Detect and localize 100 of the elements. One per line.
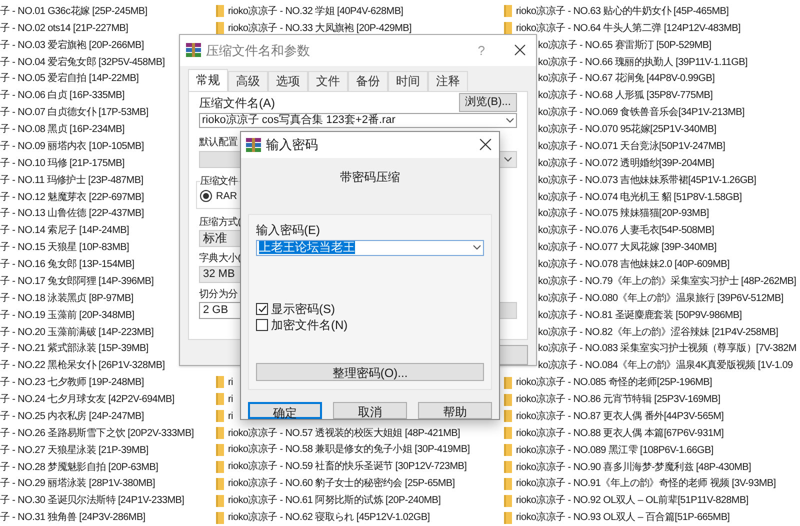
folder-name[interactable]: ko凉凉子 - NO.074 电光机王 貂 [51P8V-1.58GB] (538, 190, 742, 205)
folder-name[interactable]: 子 - NO.06 白贞 [16P-335MB] (0, 88, 125, 104)
folder-name[interactable]: rioko凉凉子 - NO.59 社畜的快乐圣诞节 [30P12V-723MB] (228, 459, 467, 474)
folder-name[interactable]: ko凉凉子 - NO.083 采集室实习护士视频（尊享版）[7V-382M (538, 341, 796, 356)
folder-name[interactable]: rioko凉凉子 - NO.58 兼职是修女的兔子小姐 [30P-419MB] (228, 442, 470, 458)
folder-name[interactable]: rioko凉凉子 - NO.91《年上の韵》奇怪的老师 视频 [3V-93MB] (516, 476, 776, 492)
folder-name[interactable]: ko凉凉子 - NO.076 人妻毛衣[54P-508MB] (538, 223, 714, 238)
browse-button[interactable]: 浏览(B)... (459, 92, 517, 112)
folder-name[interactable]: 子 - NO.30 圣诞贝尔法斯特 [24P1V-233MB] (0, 493, 184, 508)
radio-button[interactable] (200, 190, 212, 202)
folder-name[interactable]: rioko凉凉子 - NO.62 寝取られ [45P12V-1.02GB] (228, 510, 430, 526)
folder-name[interactable]: rioko凉凉子 - NO.64 牛头人第二弹 [124P12V-483MB] (516, 20, 740, 36)
group-label: 压缩文件 (200, 174, 238, 189)
folder-name[interactable]: 子 - NO.08 黑贞 [16P-234MB] (0, 122, 125, 138)
folder-name[interactable]: 子 - NO.18 泳装黑贞 [8P-97MB] (0, 290, 134, 306)
folder-icon (504, 512, 512, 524)
tab[interactable]: 选项 (268, 70, 308, 91)
folder-name[interactable]: ko凉凉子 - NO.65 赛雷斯汀 [50P-529MB] (538, 38, 712, 53)
password-value: 上老王论坛当老王 (259, 241, 355, 254)
archive-name-combo[interactable]: rioko凉凉子 cos写真合集 123套+2番.rar (199, 112, 517, 128)
field-label: 切分为分 (199, 288, 238, 302)
folder-name[interactable]: rioko凉凉子 - NO.32 学姐 [40P4V-628MB] (228, 4, 404, 19)
folder-name[interactable]: 子 - NO.21 紫式部泳装 [15P-39MB] (0, 341, 148, 356)
folder-icon (216, 427, 224, 440)
folder-name[interactable]: 子 - NO.02 ots14 [21P-227MB] (0, 20, 128, 36)
folder-name[interactable]: 子 - NO.09 丽塔内衣 [10P-105MB] (0, 138, 144, 154)
folder-name[interactable]: 子 - NO.13 山鲁佐德 [22P-437MB] (0, 206, 144, 222)
folder-name[interactable]: rioko凉凉子 - NO.90 喜多川海梦-梦魔利兹 [48P-430MB] (516, 460, 752, 475)
folder-name[interactable]: ko凉凉子 - NO.077 大凤花嫁 [39P-340MB] (538, 240, 717, 256)
folder-name[interactable]: ko凉凉子 - NO.069 食铁兽音乐会[34P1V-213MB] (538, 105, 745, 120)
folder-name[interactable]: ko凉凉子 - NO.073 吉他妹妹系带裙[45P1V-1.26GB] (538, 172, 756, 188)
folder-name[interactable]: rioko凉凉子 - NO.60 豹子女士的秘密约会 [25P-65MB] (228, 476, 455, 492)
folder-name[interactable]: ko凉凉子 - NO.68 人形狐 [35P8V-775MB] (538, 88, 713, 104)
folder-name[interactable]: ko凉凉子 - NO.79《年上の韵》采集室实习护士 [48P-262MB] (538, 274, 796, 289)
folder-name[interactable]: 子 - NO.16 兔女郎 [13P-154MB] (0, 257, 134, 272)
folder-name[interactable]: rioko凉凉子 - NO.089 黑江雫 [108P6V-1.66GB] (516, 442, 714, 458)
folder-name[interactable]: rioko凉凉子 - NO.085 奇怪的老师[25P-196MB] (516, 375, 712, 390)
folder-name[interactable]: 子 - NO.28 梦魇魅影自拍 [20P-63MB] (0, 460, 158, 475)
folder-name[interactable]: ri (228, 374, 233, 390)
folder-name[interactable]: 子 - NO.19 玉藻前 [20P-348MB] (0, 308, 134, 323)
tab[interactable]: 时间 (388, 70, 428, 91)
folder-name[interactable]: rioko凉凉子 - NO.61 阿努比斯的试炼 [20P-240MB] (228, 493, 441, 508)
folder-name[interactable]: 子 - NO.25 内衣私房 [24P-247MB] (0, 408, 144, 424)
folder-name[interactable]: 子 - NO.10 玛修 [21P-175MB] (0, 156, 125, 171)
folder-name[interactable]: ri (228, 392, 233, 407)
folder-name[interactable]: ko凉凉子 - NO.67 花涧兔 [44P8V-0.99GB] (538, 71, 715, 86)
close-icon[interactable] (514, 44, 526, 56)
folder-name[interactable]: ko凉凉子 - NO.071 天台竞泳[50P1V-247MB] (538, 138, 726, 154)
folder-name[interactable]: 子 - NO.29 丽塔泳装 [28P1V-380MB] (0, 476, 155, 492)
folder-name[interactable]: 子 - NO.04 爱宕兔女郎 [32P5V-458MB] (0, 54, 165, 70)
folder-name[interactable]: rioko凉凉子 - NO.88 更衣人偶 本篇[67P6V-931M] (516, 426, 724, 441)
folder-name[interactable]: 子 - NO.22 黑枪呆女仆 [26P1V-328MB] (0, 358, 165, 374)
folder-name[interactable]: 子 - NO.20 玉藻前满破 [14P-223MB] (0, 324, 154, 340)
dialog-button[interactable]: 取消 (333, 402, 407, 419)
folder-name[interactable]: ko凉凉子 - NO.072 透明婚纱[39P-204MB] (538, 156, 714, 171)
folder-name[interactable]: ko凉凉子 - NO.080《年上の韵》温泉旅行 [39P6V-512MB] (538, 290, 784, 306)
folder-name[interactable]: rioko凉凉子 - NO.87 更衣人偶 番外[44P3V-565M] (516, 408, 724, 424)
folder-name[interactable]: ko凉凉子 - NO.075 辣妹猫猫[20P-93MB] (538, 206, 709, 222)
folder-name[interactable]: 子 - NO.23 七夕教师 [19P-248MB] (0, 375, 144, 390)
folder-name[interactable]: 子 - NO.27 天狼星泳装 [21P-39MB] (0, 442, 148, 458)
dialog-button[interactable]: 帮助 (418, 402, 492, 419)
combo-value: 32 MB (203, 266, 235, 282)
folder-name[interactable]: ko凉凉子 - NO.070 95花嫁[25P1V-340MB] (538, 122, 716, 138)
folder-name[interactable]: 子 - NO.03 爱宕旗袍 [20P-266MB] (0, 38, 144, 53)
folder-name[interactable]: 子 - NO.17 兔女郎阿狸 [14P-396MB] (0, 274, 154, 289)
folder-name[interactable]: rioko凉凉子 - NO.92 OL双人 – OL前辈[51P11V-828MB] (516, 493, 748, 508)
tab[interactable]: 注释 (428, 70, 468, 91)
folder-name[interactable]: ko凉凉子 - NO.084《年上の韵》温泉4K真爱版视频 [1V-1.09 (538, 358, 793, 374)
folder-name[interactable]: ko凉凉子 - NO.66 瑰丽的执勤人 [39P11V-1.11GB] (538, 54, 748, 70)
folder-name[interactable]: rioko凉凉子 - NO.63 贴心的牛奶女仆 [45P-465MB] (516, 4, 729, 19)
folder-name[interactable]: rioko凉凉子 - NO.33 大凤旗袍 [20P-429MB] (228, 20, 412, 36)
folder-name[interactable]: rioko凉凉子 - NO.57 透视装的校医大姐姐 [48P-421MB] (228, 426, 460, 441)
tab[interactable]: 文件 (308, 70, 348, 91)
folder-name[interactable]: 子 - NO.12 魅魔芽衣 [22P-697MB] (0, 190, 144, 205)
folder-name[interactable]: 子 - NO.07 白贞德女仆 [17P-53MB] (0, 105, 148, 120)
folder-name[interactable]: 子 - NO.01 G36c花嫁 [25P-245MB] (0, 4, 148, 19)
tab[interactable]: 高级 (228, 70, 268, 91)
folder-name[interactable]: 子 - NO.11 玛修护士 [23P-487MB] (0, 172, 144, 188)
folder-name[interactable]: ri (228, 408, 233, 424)
folder-name[interactable]: rioko凉凉子 - NO.86 元宵节特辑 [25P3V-169MB] (516, 392, 720, 408)
folder-name[interactable]: rioko凉凉子 - NO.93 OL双人 – 百合篇[51P-665MB] (516, 510, 730, 526)
dialog-button[interactable]: 确定 (248, 402, 322, 419)
folder-name[interactable]: 子 - NO.31 独角兽 [24P3V-286MB] (0, 510, 146, 526)
folder-name[interactable]: 子 - NO.05 爱宕自拍 [14P-22MB] (0, 71, 139, 86)
checkbox[interactable] (256, 318, 268, 331)
folder-name[interactable]: 子 - NO.14 索尼子 [14P-24MB] (0, 223, 129, 238)
folder-name[interactable]: ko凉凉子 - NO.078 吉他妹妹2.0 [40P-609MB] (538, 257, 730, 272)
chevron-down-icon (473, 245, 481, 250)
password-combo[interactable]: 上老王论坛当老王 (256, 240, 484, 256)
folder-name[interactable]: 子 - NO.24 七夕月球女友 [42P2V-694MB] (0, 392, 174, 408)
folder-name[interactable]: ko凉凉子 - NO.81 圣诞麋鹿套装 [50P9V-986MB] (538, 308, 742, 323)
tab[interactable]: 常规 (188, 68, 228, 91)
checkbox[interactable] (256, 302, 268, 315)
folder-name[interactable]: ko凉凉子 - NO.82《年上の韵》涩谷辣妹 [21P4V-258MB] (538, 324, 778, 340)
folder-name[interactable]: 子 - NO.26 圣路易斯雪下之饮 [20P2V-333MB] (0, 426, 194, 441)
close-icon[interactable] (479, 138, 492, 152)
tab[interactable]: 备份 (348, 70, 388, 91)
folder-icon (216, 460, 224, 473)
folder-name[interactable]: 子 - NO.15 天狼星 [10P-83MB] (0, 240, 129, 256)
organize-passwords-button[interactable]: 整理密码(O)... (256, 363, 484, 381)
